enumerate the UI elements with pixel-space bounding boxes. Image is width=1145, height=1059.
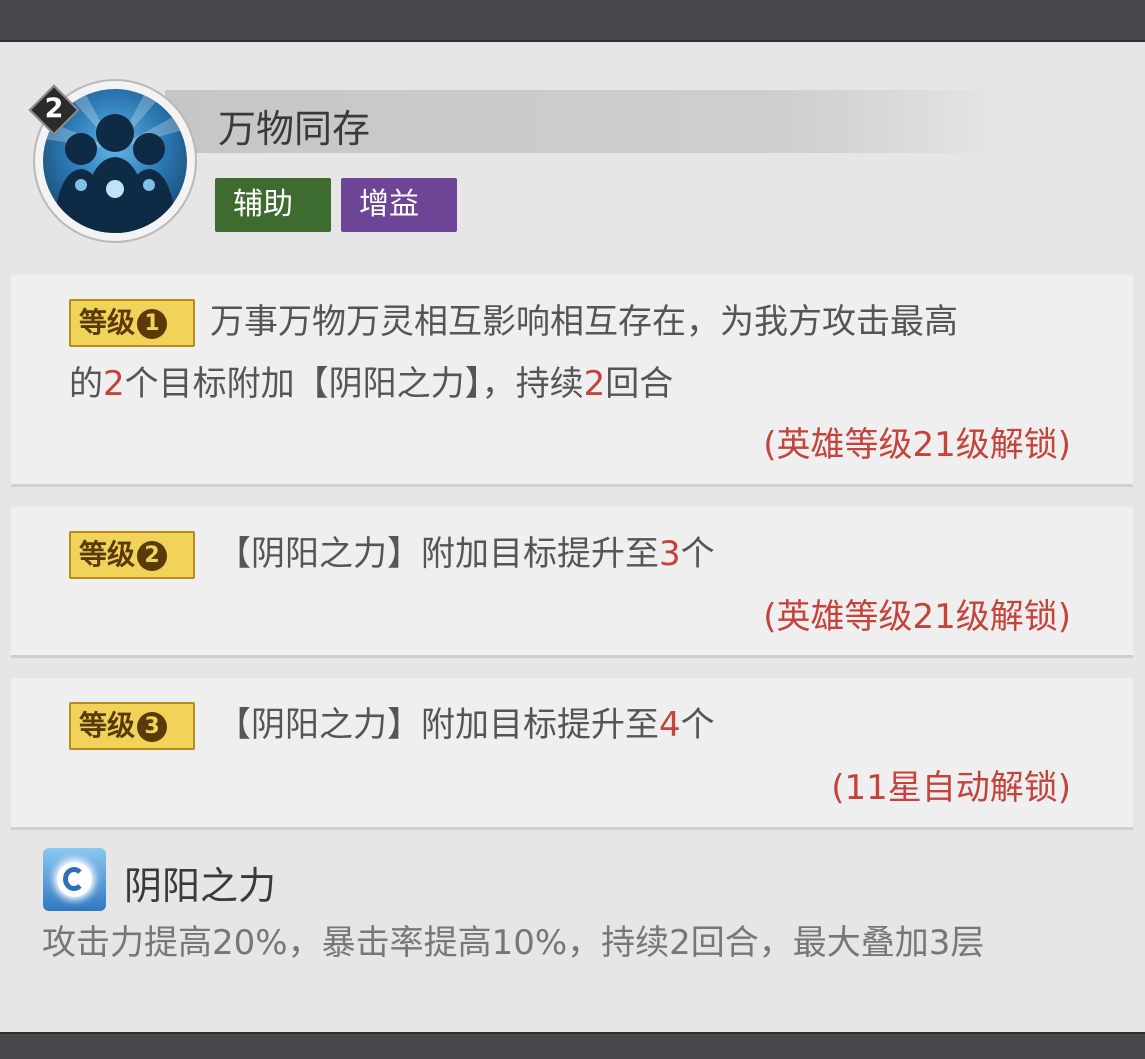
level-badge-number: 2	[137, 541, 168, 571]
level-1-unlock-condition: (英雄等级21级解锁)	[763, 425, 1071, 465]
level-badge-label: 等级	[79, 306, 136, 339]
target-count: 3	[659, 534, 681, 574]
tag-buff: 增益	[341, 178, 457, 232]
yin-yang-power-icon	[43, 848, 106, 911]
target-count: 2	[103, 364, 125, 404]
desc-text: 个目标附加【阴阳之力】，持续	[124, 364, 584, 404]
desc-text: 个	[680, 534, 715, 574]
level-badge-number: 1	[137, 309, 168, 339]
level-row-3: 等级 3 【阴阳之力】附加目标提升至4个 (11星自动解锁)	[11, 678, 1133, 830]
level-badge-3: 等级 3	[69, 702, 195, 750]
level-badge-2: 等级 2	[69, 531, 195, 579]
effect-name: 阴阳之力	[124, 864, 277, 908]
level-badge-label: 等级	[79, 709, 136, 742]
level-1-desc-line1: 万事万物万灵相互影响相互存在，为我方攻击最高	[210, 302, 958, 342]
level-2-unlock-condition: (英雄等级21级解锁)	[763, 597, 1071, 637]
level-1-desc-line2: 的2个目标附加【阴阳之力】，持续2回合	[69, 355, 673, 413]
skill-name: 万物同存	[218, 107, 371, 151]
tag-support: 辅助	[215, 178, 331, 232]
effect-icon-crescent	[63, 867, 85, 891]
desc-text: 【阴阳之力】附加目标提升至	[217, 705, 659, 745]
rank-badge: 2	[28, 84, 80, 136]
level-3-desc: 【阴阳之力】附加目标提升至4个	[217, 696, 715, 754]
level-badge-1: 等级 1	[69, 299, 195, 347]
level-badge-label: 等级	[79, 538, 136, 571]
desc-text: 的	[69, 364, 103, 404]
level-row-1: 等级 1 万事万物万灵相互影响相互存在，为我方攻击最高 的2个目标附加【阴阳之力】…	[11, 275, 1133, 487]
desc-text: 回合	[605, 364, 674, 404]
level-row-2: 等级 2 【阴阳之力】附加目标提升至3个 (英雄等级21级解锁)	[11, 507, 1133, 658]
level-badge-number: 3	[137, 712, 168, 742]
level-2-desc: 【阴阳之力】附加目标提升至3个	[217, 525, 715, 583]
rank-number: 2	[44, 93, 64, 124]
effect-description: 攻击力提高20%，暴击率提高10%，持续2回合，最大叠加3层	[42, 923, 985, 963]
desc-text: 【阴阳之力】附加目标提升至	[217, 534, 659, 574]
target-count: 4	[659, 705, 681, 745]
duration-count: 2	[583, 364, 606, 404]
desc-text: 个	[680, 705, 715, 745]
bottom-bar	[0, 1032, 1145, 1059]
top-bar	[0, 0, 1145, 40]
level-3-unlock-condition: (11星自动解锁)	[831, 768, 1071, 808]
